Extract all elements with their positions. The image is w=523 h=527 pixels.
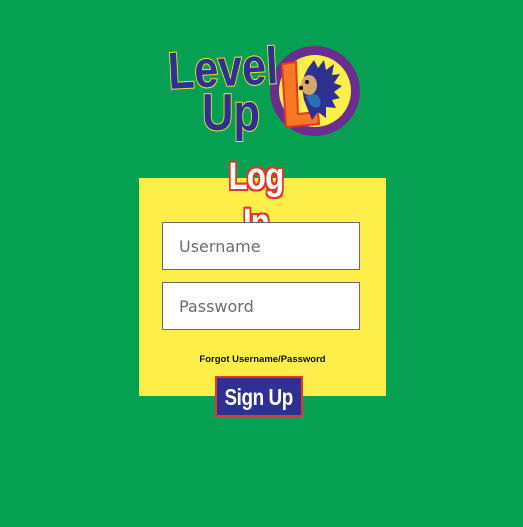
password-input[interactable] — [162, 282, 360, 330]
sign-up-button[interactable]: Sign Up — [215, 376, 303, 417]
username-input[interactable] — [162, 222, 360, 270]
forgot-credentials-link[interactable]: Forgot Username/Password — [139, 354, 386, 365]
login-screen: Level Up Log In Forgot Username/Password… — [0, 0, 523, 527]
login-title: Log In — [228, 156, 284, 244]
level-up-logo: Level Up — [168, 30, 368, 145]
logo-up-text: Up — [202, 84, 260, 142]
sign-up-label: Sign Up — [224, 383, 294, 410]
